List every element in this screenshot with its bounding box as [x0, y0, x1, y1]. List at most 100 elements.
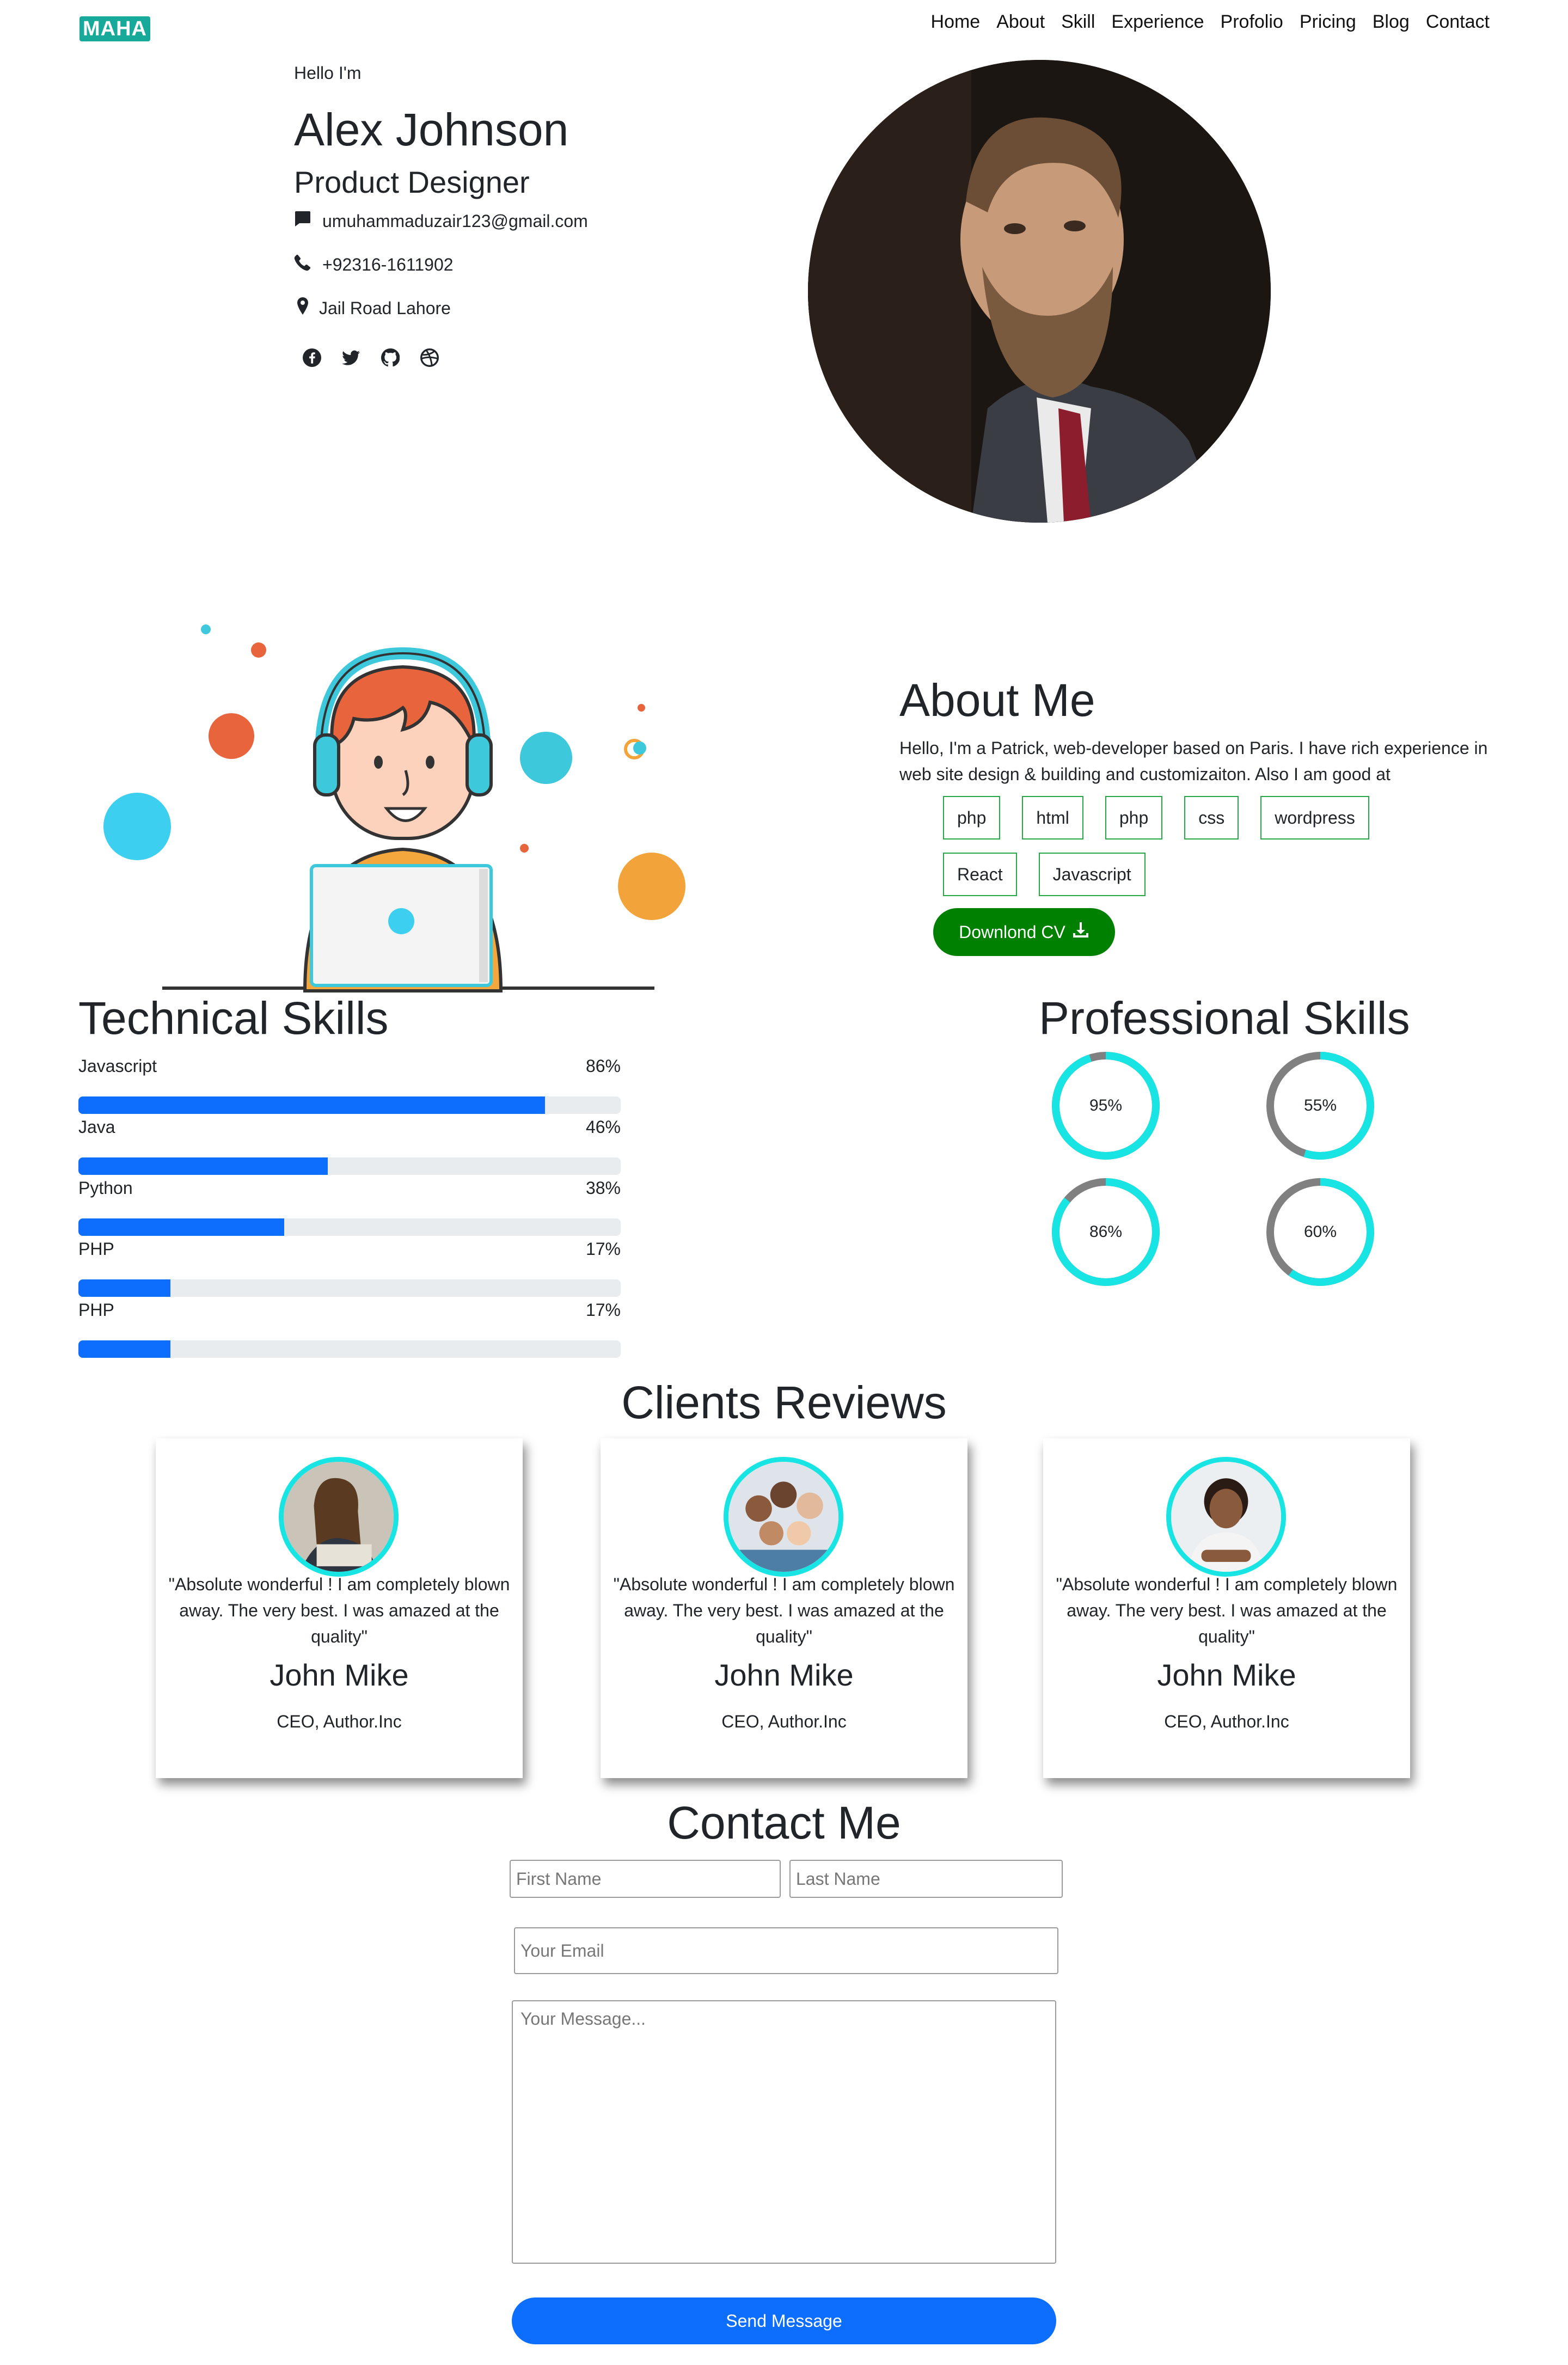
skill-row-header: PHP 17%: [78, 1238, 621, 1260]
reviewer-role: CEO, Author.Inc: [1164, 1712, 1289, 1731]
skill-row: PHP 17%: [78, 1238, 621, 1297]
nav-link-experience[interactable]: Experience: [1111, 10, 1204, 34]
about-text: Hello, I'm a Patrick, web-developer base…: [899, 738, 1488, 784]
skill-progress-track: [78, 1340, 621, 1358]
skill-row: Javascript 86%: [78, 1055, 621, 1114]
skill-percent: 38%: [585, 1178, 621, 1198]
skill-name: Javascript: [78, 1056, 157, 1076]
tag-html[interactable]: html: [1022, 796, 1083, 840]
dribbble-icon[interactable]: [420, 348, 439, 367]
message-textarea[interactable]: [512, 2000, 1056, 2264]
skill-progress-fill: [78, 1340, 171, 1358]
skill-percent: 17%: [585, 1300, 621, 1320]
skill-progress-fill: [78, 1218, 285, 1236]
email-input[interactable]: [514, 1927, 1058, 1974]
skill-ring: 86%: [1050, 1176, 1162, 1288]
nav-link-pricing[interactable]: Pricing: [1300, 10, 1356, 34]
profile-photo: [808, 60, 1271, 523]
skill-progress-track: [78, 1157, 621, 1175]
skill-progress-fill: [78, 1157, 328, 1175]
skill-ring: 55%: [1264, 1050, 1376, 1162]
skill-ring-label: 86%: [1089, 1223, 1123, 1241]
skill-name: PHP: [78, 1239, 114, 1259]
hero-greeting: Hello I'm: [294, 63, 362, 83]
hero-address: Jail Road Lahore: [319, 298, 451, 318]
skill-ring-label: 95%: [1089, 1096, 1123, 1114]
review-quote: "Absolute wonderful ! I am completely bl…: [1056, 1574, 1398, 1646]
skill-ring: 60%: [1264, 1176, 1376, 1288]
skill-row-header: Java 46%: [78, 1116, 621, 1138]
hero-phone-row: +92316-1611902: [294, 254, 454, 275]
hero-phone[interactable]: +92316-1611902: [322, 255, 454, 275]
reviewer-avatar: [279, 1457, 399, 1577]
tag-php[interactable]: php: [1105, 796, 1163, 840]
reviewer-role: CEO, Author.Inc: [721, 1712, 847, 1731]
skill-name: Python: [78, 1178, 133, 1198]
nav-link-blog[interactable]: Blog: [1373, 10, 1410, 34]
skill-ring-label: 60%: [1303, 1223, 1337, 1241]
hero-email-row: umuhammaduzair123@gmail.com: [294, 210, 588, 232]
skill-row-header: Python 38%: [78, 1177, 621, 1199]
developer-illustration: [103, 624, 685, 992]
tag-css[interactable]: css: [1184, 796, 1239, 840]
twitter-icon[interactable]: [342, 348, 360, 367]
review-card: "Absolute wonderful ! I am completely bl…: [156, 1438, 523, 1778]
tag-php[interactable]: php: [943, 796, 1001, 840]
reviews-title: Clients Reviews: [621, 1377, 947, 1428]
github-icon[interactable]: [381, 348, 400, 367]
nav-link-about[interactable]: About: [996, 10, 1045, 34]
skill-ring-label: 55%: [1303, 1096, 1337, 1114]
about-title: About Me: [899, 675, 1095, 726]
hero-address-row: Jail Road Lahore: [294, 297, 451, 319]
skill-name: Java: [78, 1117, 115, 1137]
navbar: MAHA Home About Skill Experience Profoli…: [0, 0, 1568, 54]
review-card: "Absolute wonderful ! I am completely bl…: [1043, 1438, 1410, 1778]
reviewer-avatar: [724, 1457, 843, 1577]
tag-javascript[interactable]: Javascript: [1038, 853, 1146, 896]
message-icon: [294, 210, 311, 232]
phone-icon: [294, 254, 311, 275]
skill-progress-fill: [78, 1279, 171, 1297]
send-message-button[interactable]: Send Message: [512, 2297, 1056, 2344]
skill-row-header: Javascript 86%: [78, 1055, 621, 1077]
hero-email[interactable]: umuhammaduzair123@gmail.com: [322, 211, 588, 231]
skill-ring: 95%: [1050, 1050, 1162, 1162]
tag-react[interactable]: React: [943, 853, 1017, 896]
download-cv-label: Downlond CV: [959, 922, 1065, 942]
social-links: [303, 348, 439, 367]
download-cv-button[interactable]: Downlond CV: [933, 908, 1115, 956]
download-icon: [1072, 921, 1089, 943]
nav-link-profolio[interactable]: Profolio: [1221, 10, 1283, 34]
first-name-input[interactable]: [510, 1860, 781, 1898]
nav-link-home[interactable]: Home: [931, 10, 981, 34]
brand-logo[interactable]: MAHA: [79, 16, 150, 41]
reviewer-name: John Mike: [270, 1658, 409, 1692]
facebook-icon[interactable]: [303, 348, 321, 367]
skill-progress-track: [78, 1096, 621, 1114]
skill-tags: php html php css wordpress React Javascr…: [943, 796, 1455, 896]
nav-link-contact[interactable]: Contact: [1426, 10, 1490, 34]
skill-row: Python 38%: [78, 1177, 621, 1236]
last-name-input[interactable]: [789, 1860, 1063, 1898]
reviewer-role: CEO, Author.Inc: [277, 1712, 402, 1731]
skill-percent: 86%: [585, 1056, 621, 1076]
reviewer-name: John Mike: [1157, 1658, 1296, 1692]
skill-name: PHP: [78, 1300, 114, 1320]
review-quote: "Absolute wonderful ! I am completely bl…: [168, 1574, 510, 1646]
skill-progress-track: [78, 1218, 621, 1236]
technical-skills-title: Technical Skills: [78, 992, 389, 1044]
hero-name: Alex Johnson: [294, 104, 569, 155]
skill-row-header: PHP 17%: [78, 1299, 621, 1321]
review-card: "Absolute wonderful ! I am completely bl…: [601, 1438, 967, 1778]
skill-percent: 46%: [585, 1117, 621, 1137]
skill-percent: 17%: [585, 1239, 621, 1259]
location-pin-icon: [294, 297, 311, 319]
nav-link-skill[interactable]: Skill: [1061, 10, 1095, 34]
professional-skills-title: Professional Skills: [1039, 992, 1410, 1044]
skill-row: Java 46%: [78, 1116, 621, 1175]
reviewer-avatar: [1166, 1457, 1286, 1577]
hero-role: Product Designer: [294, 165, 530, 199]
contact-title: Contact Me: [667, 1797, 901, 1848]
tag-wordpress[interactable]: wordpress: [1260, 796, 1369, 840]
reviewer-name: John Mike: [714, 1658, 854, 1692]
